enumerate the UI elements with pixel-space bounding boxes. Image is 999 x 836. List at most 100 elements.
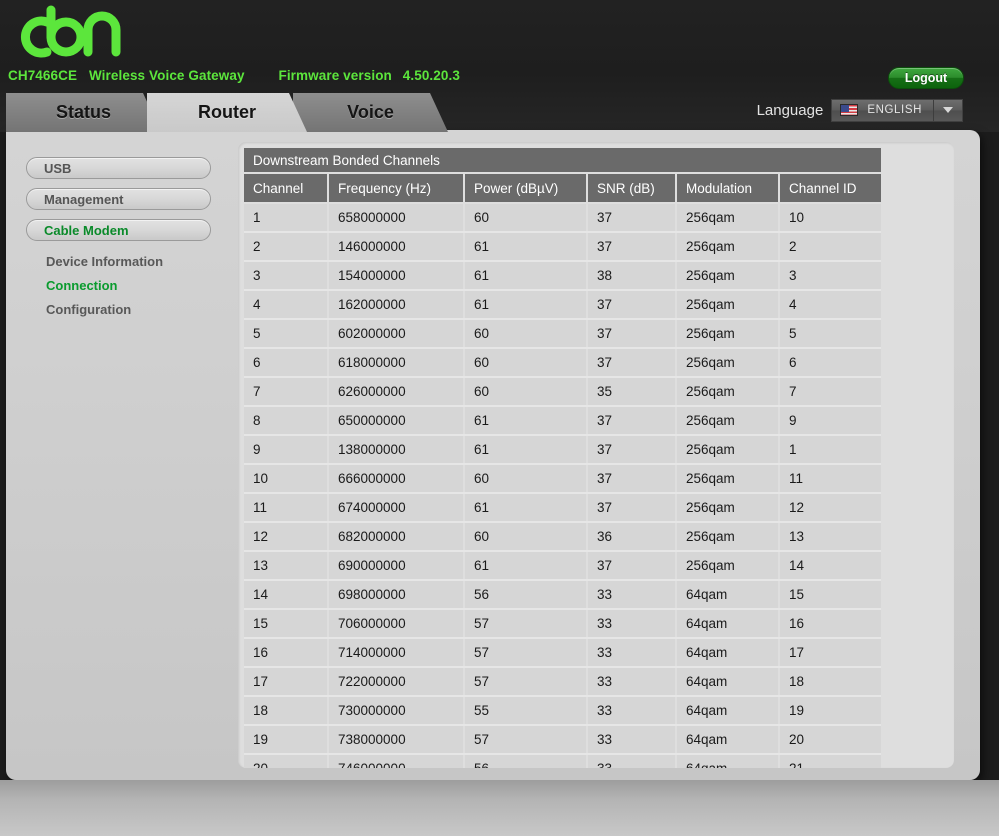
cell-channel: 13	[244, 551, 329, 581]
app-header: CH7466CE Wireless Voice Gateway Firmware…	[0, 0, 999, 132]
cell-channel: 17	[244, 667, 329, 697]
language-dropdown[interactable]: ENGLISH	[831, 98, 963, 122]
cell-power: 60	[464, 319, 588, 349]
cell-modulation: 64qam	[676, 609, 780, 639]
sidebar-item-configuration[interactable]: Configuration	[26, 298, 226, 322]
cell-power: 60	[464, 348, 588, 378]
cell-frequency: 602000000	[328, 319, 465, 349]
sidebar-item-cable-modem[interactable]: Cable Modem	[26, 219, 211, 241]
logout-button[interactable]: Logout	[888, 67, 964, 89]
cell-channel-id: 9	[779, 406, 881, 436]
cell-modulation: 256qam	[676, 290, 780, 320]
cell-frequency: 706000000	[328, 609, 465, 639]
cell-modulation: 256qam	[676, 551, 780, 581]
cell-modulation: 256qam	[676, 493, 780, 523]
table-title: Downstream Bonded Channels	[244, 148, 881, 174]
firmware-label: Firmware version	[278, 68, 392, 83]
table-row: 17 722000000 57 33 64qam 18	[244, 667, 881, 697]
cell-power: 61	[464, 406, 588, 436]
table-row: 8 650000000 61 37 256qam 9	[244, 406, 881, 436]
tab-voice-label: Voice	[347, 102, 394, 122]
cell-channel-id: 13	[779, 522, 881, 552]
cell-modulation: 64qam	[676, 754, 780, 768]
cell-frequency: 146000000	[328, 232, 465, 262]
language-selector: Language ENGLISH	[757, 98, 963, 122]
sidebar-item-connection[interactable]: Connection	[26, 274, 226, 298]
cell-frequency: 682000000	[328, 522, 465, 552]
cell-modulation: 256qam	[676, 522, 780, 552]
product-name: Wireless Voice Gateway	[88, 68, 245, 83]
cell-channel: 12	[244, 522, 329, 552]
cell-snr: 37	[587, 406, 677, 436]
sidebar-item-label: Cable Modem	[44, 222, 129, 238]
language-label: Language	[756, 101, 824, 119]
cell-snr: 35	[587, 377, 677, 407]
column-header-modulation: Modulation	[676, 174, 780, 204]
cell-power: 60	[464, 377, 588, 407]
downstream-channels-table: Downstream Bonded Channels Channel Frequ…	[244, 148, 881, 768]
cell-channel-id: 5	[779, 319, 881, 349]
cell-modulation: 64qam	[676, 667, 780, 697]
cell-channel-id: 12	[779, 493, 881, 523]
cell-channel-id: 16	[779, 609, 881, 639]
cell-channel: 6	[244, 348, 329, 378]
sidebar-item-management[interactable]: Management	[26, 188, 211, 210]
cell-snr: 37	[587, 435, 677, 465]
cell-snr: 33	[587, 754, 677, 768]
tab-status[interactable]: Status	[6, 93, 161, 132]
product-identity: CH7466CE Wireless Voice Gateway Firmware…	[8, 68, 460, 83]
cell-power: 61	[464, 551, 588, 581]
tab-status-label: Status	[55, 102, 111, 122]
table-row: 5 602000000 60 37 256qam 5	[244, 319, 881, 349]
tab-router[interactable]: Router	[147, 93, 307, 132]
cell-channel: 1	[244, 203, 329, 233]
cell-snr: 37	[587, 232, 677, 262]
cell-frequency: 698000000	[328, 580, 465, 610]
table-row: 10 666000000 60 37 256qam 11	[244, 464, 881, 494]
cell-snr: 38	[587, 261, 677, 291]
cell-channel-id: 17	[779, 638, 881, 668]
cell-channel-id: 20	[779, 725, 881, 755]
sidebar-item-usb[interactable]: USB	[26, 157, 211, 179]
cell-power: 60	[464, 522, 588, 552]
cell-frequency: 626000000	[328, 377, 465, 407]
chevron-down-icon[interactable]	[934, 100, 962, 121]
cell-channel-id: 10	[779, 203, 881, 233]
cell-power: 56	[464, 580, 588, 610]
table-row: 12 682000000 60 36 256qam 13	[244, 522, 881, 552]
column-header-power: Power (dBµV)	[464, 174, 588, 204]
table-header-row: Channel Frequency (Hz) Power (dBµV) SNR …	[244, 174, 881, 204]
column-header-frequency: Frequency (Hz)	[328, 174, 465, 204]
language-current-value[interactable]: ENGLISH	[832, 99, 934, 121]
cell-frequency: 730000000	[328, 696, 465, 726]
tab-voice[interactable]: Voice	[293, 93, 448, 132]
cell-snr: 37	[587, 319, 677, 349]
sidebar-nav: USB Management Cable Modem Device Inform…	[26, 157, 226, 322]
cell-channel-id: 21	[779, 754, 881, 768]
content-frame: USB Management Cable Modem Device Inform…	[6, 130, 980, 780]
sidebar-item-label: USB	[44, 160, 72, 176]
sidebar-item-device-information[interactable]: Device Information	[26, 250, 226, 274]
cell-modulation: 256qam	[676, 406, 780, 436]
cell-snr: 37	[587, 551, 677, 581]
cell-channel-id: 6	[779, 348, 881, 378]
table-row: 6 618000000 60 37 256qam 6	[244, 348, 881, 378]
column-header-snr: SNR (dB)	[587, 174, 677, 204]
cell-frequency: 674000000	[328, 493, 465, 523]
cell-channel-id: 14	[779, 551, 881, 581]
cell-channel: 3	[244, 261, 329, 291]
cell-snr: 36	[587, 522, 677, 552]
cell-power: 60	[464, 464, 588, 494]
cell-channel: 4	[244, 290, 329, 320]
table-row: 18 730000000 55 33 64qam 19	[244, 696, 881, 726]
table-row: 3 154000000 61 38 256qam 3	[244, 261, 881, 291]
cell-snr: 37	[587, 493, 677, 523]
cell-frequency: 666000000	[328, 464, 465, 494]
cell-power: 57	[464, 667, 588, 697]
model-number: CH7466CE	[8, 68, 78, 83]
firmware-version: 4.50.20.3	[402, 68, 460, 83]
cell-channel-id: 11	[779, 464, 881, 494]
cell-power: 55	[464, 696, 588, 726]
cell-frequency: 658000000	[328, 203, 465, 233]
cell-channel-id: 2	[779, 232, 881, 262]
